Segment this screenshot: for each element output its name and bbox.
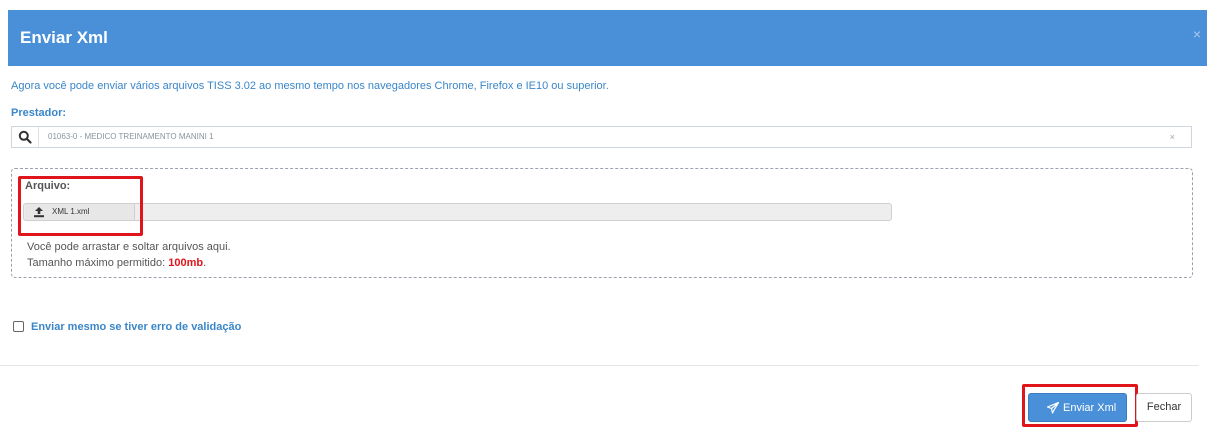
highlight-box-file <box>18 176 143 236</box>
prestador-label: Prestador: <box>11 107 67 119</box>
drag-hint: Você pode arrastar e soltar arquivos aqu… <box>27 241 231 253</box>
search-icon <box>18 130 32 144</box>
info-text: Agora você pode enviar vários arquivos T… <box>11 80 609 92</box>
prestador-value: 01063-0 - MEDICO TREINAMENTO MANINI 1 <box>48 132 214 141</box>
file-dropzone[interactable]: Arquivo: XML 1.xml Você pode arrastar e … <box>11 168 1193 278</box>
max-size-hint: Tamanho máximo permitido: 100mb. <box>27 257 206 269</box>
footer-divider <box>0 365 1199 366</box>
validation-checkbox-label[interactable]: Enviar mesmo se tiver erro de validação <box>31 321 241 333</box>
modal-header: Enviar Xml × <box>8 10 1207 66</box>
close-button[interactable]: Fechar <box>1136 393 1192 422</box>
search-divider <box>38 127 39 147</box>
modal-title: Enviar Xml <box>20 28 108 47</box>
clear-icon[interactable]: × <box>1170 132 1175 142</box>
close-icon[interactable]: × <box>1193 26 1201 42</box>
max-size-suffix: . <box>203 257 207 269</box>
file-list-bar: XML 1.xml <box>23 203 892 221</box>
max-size-value: 100mb <box>168 257 204 269</box>
max-size-prefix: Tamanho máximo permitido: <box>27 257 169 269</box>
prestador-select[interactable]: 01063-0 - MEDICO TREINAMENTO MANINI 1 × <box>11 126 1192 148</box>
validation-checkbox[interactable] <box>13 321 24 332</box>
highlight-box-send <box>1022 384 1138 427</box>
